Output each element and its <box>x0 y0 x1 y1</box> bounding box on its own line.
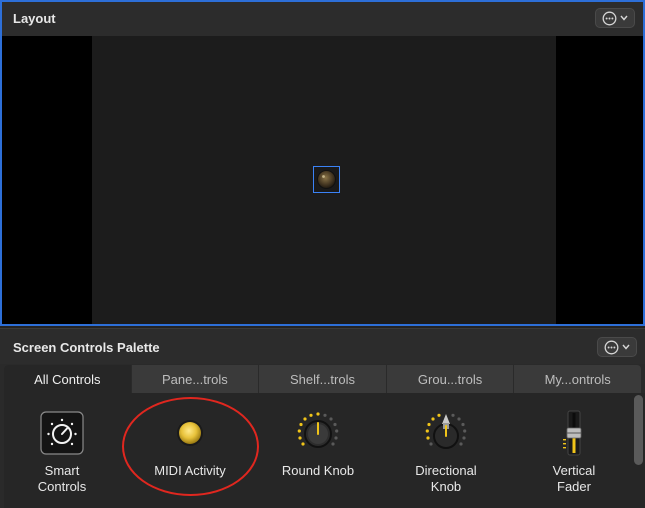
palette-item-label: Smart Controls <box>37 463 87 494</box>
midi-activity-led-icon <box>317 170 336 189</box>
layout-canvas-inner[interactable] <box>92 36 556 324</box>
palette-item-label: Round Knob <box>281 463 355 478</box>
ellipsis-circle-icon <box>604 340 619 354</box>
palette-item-smart-controls[interactable]: Smart Controls <box>12 393 112 508</box>
palette-header: Screen Controls Palette <box>0 328 645 364</box>
palette-grid: Smart Controls MIDI Activity Round Knob … <box>4 393 631 508</box>
smart-controls-icon <box>38 409 86 457</box>
layout-panel: Layout <box>0 0 645 326</box>
layout-header: Layout <box>2 2 643 36</box>
palette-title: Screen Controls Palette <box>13 340 160 355</box>
ellipsis-circle-icon <box>602 11 617 25</box>
midi-activity-icon <box>166 409 214 457</box>
palette-item-directional-knob[interactable]: Directional Knob <box>396 393 496 508</box>
tab-shelf-controls[interactable]: Shelf...trols <box>259 365 387 393</box>
vertical-fader-icon <box>550 409 598 457</box>
tab-all-controls[interactable]: All Controls <box>4 365 132 393</box>
palette-item-label: Directional Knob <box>415 463 477 494</box>
tab-panel-controls[interactable]: Pane...trols <box>132 365 260 393</box>
layout-menu-button[interactable] <box>595 8 635 28</box>
screen-controls-palette: Screen Controls Palette All Controls Pan… <box>0 328 645 508</box>
chevron-down-icon <box>620 15 628 21</box>
palette-item-label: MIDI Activity <box>154 463 226 478</box>
palette-item-vertical-fader[interactable]: Vertical Fader <box>524 393 624 508</box>
layout-midi-activity-control[interactable] <box>313 166 340 193</box>
palette-tab-bar: All Controls Pane...trols Shelf...trols … <box>4 365 641 393</box>
palette-scrollbar[interactable] <box>634 395 643 465</box>
layout-title: Layout <box>13 11 56 26</box>
layout-canvas[interactable] <box>2 36 643 324</box>
directional-knob-icon <box>422 409 470 457</box>
round-knob-icon <box>294 409 342 457</box>
palette-item-midi-activity[interactable]: MIDI Activity <box>140 393 240 508</box>
tab-my-controls[interactable]: My...ontrols <box>514 365 641 393</box>
palette-menu-button[interactable] <box>597 337 637 357</box>
chevron-down-icon <box>622 344 630 350</box>
palette-item-label: Vertical Fader <box>552 463 596 494</box>
tab-group-controls[interactable]: Grou...trols <box>387 365 515 393</box>
palette-item-round-knob[interactable]: Round Knob <box>268 393 368 508</box>
